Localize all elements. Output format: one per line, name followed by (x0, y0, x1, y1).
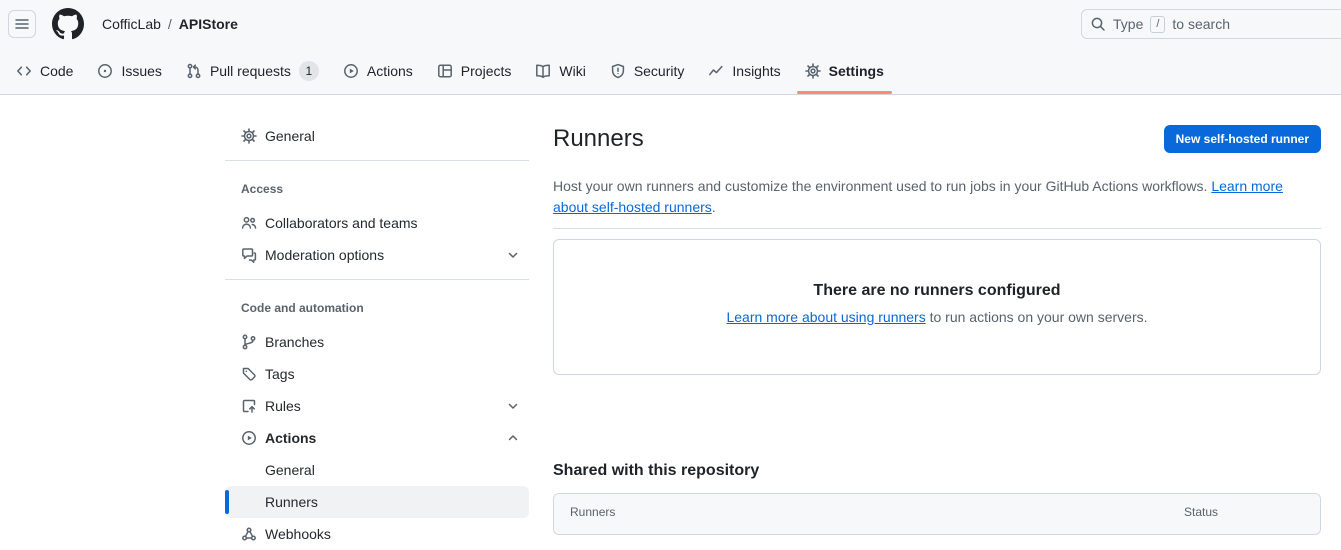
sidebar-section-access: Access (225, 169, 529, 207)
sidebar-item-label: Rules (265, 398, 301, 414)
breadcrumb-repo[interactable]: APIStore (179, 16, 238, 32)
tab-label: Pull requests (210, 63, 291, 79)
sidebar-item-label: Branches (265, 334, 324, 350)
sidebar-item-label: Moderation options (265, 247, 384, 263)
column-header-runners: Runners (570, 505, 1184, 523)
new-self-hosted-runner-button[interactable]: New self-hosted runner (1164, 125, 1321, 153)
sidebar-item-general[interactable]: General (225, 120, 529, 152)
sidebar-item-moderation-options[interactable]: Moderation options (225, 239, 529, 271)
gear-icon (241, 128, 257, 144)
slash-key-hint: / (1150, 16, 1165, 33)
app-header: CofficLab / APIStore Type / to search Co… (0, 0, 1341, 95)
tab-label: Insights (732, 63, 780, 79)
tab-issues[interactable]: Issues (89, 48, 169, 94)
sidebar-item-branches[interactable]: Branches (225, 326, 529, 358)
tab-actions[interactable]: Actions (335, 48, 421, 94)
code-icon (16, 63, 32, 79)
description-suffix: . (712, 199, 716, 215)
shared-with-repository-title: Shared with this repository (553, 459, 1321, 483)
pull-requests-count-badge: 1 (299, 61, 319, 81)
sidebar-divider (225, 160, 529, 161)
three-bars-icon (14, 16, 30, 32)
chevron-down-icon (505, 247, 521, 263)
tab-label: Actions (367, 63, 413, 79)
search-placeholder-suffix: to search (1172, 16, 1230, 32)
repo-nav: Code Issues Pull requests 1 Actions (0, 48, 1341, 94)
section-divider (553, 228, 1321, 229)
global-bar: CofficLab / APIStore Type / to search (0, 0, 1341, 48)
sidebar-item-rules[interactable]: Rules (225, 390, 529, 422)
chevron-down-icon (505, 398, 521, 414)
settings-sidebar: General Access Collaborators and teams M… (225, 95, 529, 550)
sidebar-item-label: Actions (265, 430, 316, 446)
tab-wiki[interactable]: Wiki (527, 48, 593, 94)
table-icon (437, 63, 453, 79)
play-icon (241, 430, 257, 446)
empty-state-suffix: to run actions on your own servers. (926, 309, 1148, 325)
learn-more-using-runners-link[interactable]: Learn more about using runners (726, 309, 925, 325)
breadcrumb: CofficLab / APIStore (102, 16, 238, 32)
sidebar-item-tags[interactable]: Tags (225, 358, 529, 390)
people-icon (241, 215, 257, 231)
sidebar-subitem-actions-runners[interactable]: Runners (225, 486, 529, 518)
shield-icon (610, 63, 626, 79)
gear-icon (805, 63, 821, 79)
empty-state-text: Learn more about using runners to run ac… (554, 309, 1320, 325)
sidebar-item-webhooks[interactable]: Webhooks (225, 518, 529, 550)
breadcrumb-separator: / (168, 16, 172, 32)
sidebar-section-code-automation: Code and automation (225, 288, 529, 326)
search-icon (1090, 16, 1106, 32)
hamburger-menu-button[interactable] (8, 10, 36, 38)
runners-settings-main: Runners New self-hosted runner Host your… (553, 95, 1321, 535)
repo-push-icon (241, 398, 257, 414)
description-text: Host your own runners and customize the … (553, 178, 1211, 194)
no-runners-empty-state: There are no runners configured Learn mo… (553, 239, 1321, 375)
graph-icon (708, 63, 724, 79)
sidebar-item-label: General (265, 128, 315, 144)
tab-code[interactable]: Code (8, 48, 81, 94)
tab-security[interactable]: Security (602, 48, 693, 94)
empty-state-title: There are no runners configured (554, 282, 1320, 300)
runners-description: Host your own runners and customize the … (553, 176, 1321, 218)
table-header-row: Runners Status (554, 494, 1320, 534)
tab-pull-requests[interactable]: Pull requests 1 (178, 48, 327, 94)
git-pull-request-icon (186, 63, 202, 79)
breadcrumb-owner[interactable]: CofficLab (102, 16, 161, 32)
play-icon (343, 63, 359, 79)
sidebar-item-collaborators[interactable]: Collaborators and teams (225, 207, 529, 239)
sidebar-item-label: Runners (265, 494, 318, 510)
tab-label: Issues (121, 63, 161, 79)
tab-projects[interactable]: Projects (429, 48, 520, 94)
sidebar-item-label: General (265, 462, 315, 478)
sidebar-item-label: Collaborators and teams (265, 215, 418, 231)
sidebar-item-label: Tags (265, 366, 295, 382)
tab-label: Settings (829, 63, 884, 79)
sidebar-subitem-actions-general[interactable]: General (225, 454, 529, 486)
sidebar-item-label: Webhooks (265, 526, 331, 542)
tab-settings[interactable]: Settings (797, 48, 892, 94)
issue-opened-icon (97, 63, 113, 79)
subhead: Runners New self-hosted runner (553, 124, 1321, 154)
sidebar-item-actions[interactable]: Actions (225, 422, 529, 454)
search-input[interactable]: Type / to search (1081, 9, 1341, 39)
chevron-up-icon (505, 430, 521, 446)
search-placeholder-prefix: Type (1113, 16, 1143, 32)
column-header-status: Status (1184, 505, 1304, 523)
tab-label: Projects (461, 63, 512, 79)
tab-label: Security (634, 63, 685, 79)
git-branch-icon (241, 334, 257, 350)
page-title: Runners (553, 124, 644, 154)
webhook-icon (241, 526, 257, 542)
tab-label: Wiki (559, 63, 585, 79)
book-icon (535, 63, 551, 79)
shared-runners-table: Runners Status (553, 493, 1321, 535)
tab-label: Code (40, 63, 73, 79)
tag-icon (241, 366, 257, 382)
settings-layout: General Access Collaborators and teams M… (0, 95, 1341, 550)
comment-discussion-icon (241, 247, 257, 263)
sidebar-divider (225, 279, 529, 280)
github-logo-icon[interactable] (52, 8, 84, 40)
tab-insights[interactable]: Insights (700, 48, 788, 94)
